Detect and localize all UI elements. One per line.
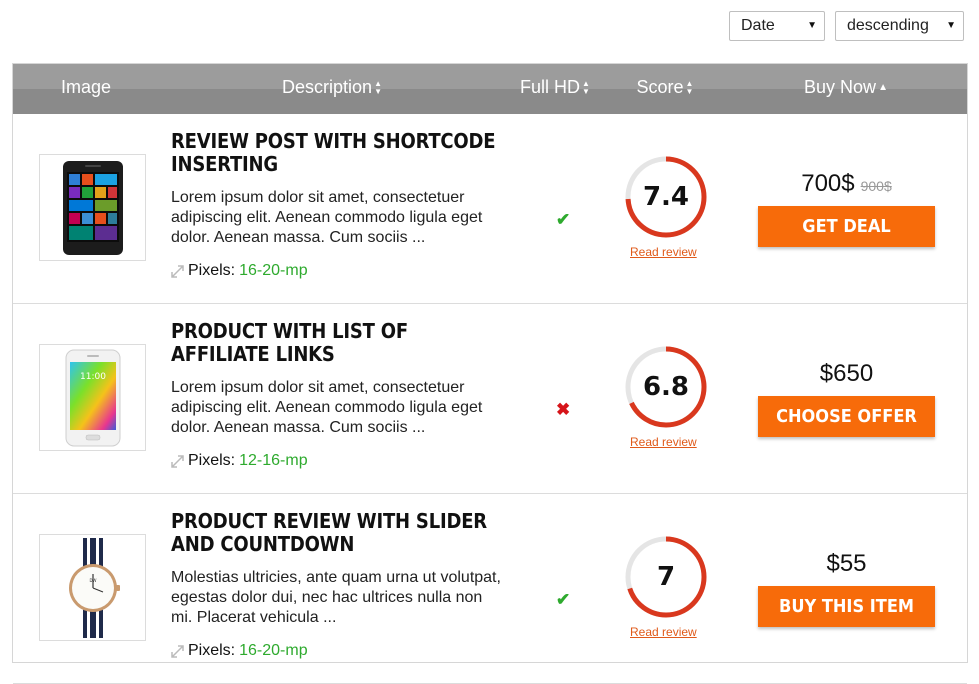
score-ring: 6.8: [624, 345, 708, 429]
pixels-value: 16-20-mp: [239, 262, 308, 279]
pixels-spec: Pixels: 16-20-mp: [171, 261, 308, 281]
svg-text:DW: DW: [89, 578, 96, 583]
read-review-link[interactable]: Read review: [630, 435, 697, 449]
sort-order-select[interactable]: descending ▼: [835, 11, 964, 41]
cross-icon: ✖: [556, 400, 571, 419]
column-header-image: Image: [61, 64, 111, 114]
pixels-spec: Pixels: 12-16-mp: [171, 451, 308, 471]
price: $650: [758, 360, 935, 388]
watch-icon: DW: [68, 537, 120, 638]
choose-offer-button[interactable]: Choose offer: [758, 396, 935, 437]
phone-icon: 11:00: [65, 349, 120, 446]
product-title[interactable]: Product with list of affiliate links: [171, 320, 511, 366]
product-thumbnail[interactable]: DW: [39, 534, 146, 641]
sort-field-value: Date: [741, 17, 775, 34]
product-thumbnail[interactable]: 11:00: [39, 344, 146, 451]
checkmark-icon: ✔: [556, 590, 571, 609]
current-price: $55: [826, 550, 867, 577]
price: 700$ 900$: [758, 170, 935, 198]
product-title[interactable]: Review post with shortcode inserting: [171, 130, 511, 176]
pixels-value: 16-20-mp: [239, 642, 308, 659]
sort-controls: Date ▼ descending ▼: [729, 11, 964, 41]
product-comparison-table: Image Description ▲ ▼ Full HD ▲ ▼ Score ▲ ▼ Bu…: [12, 63, 968, 684]
score-value: 7.4: [642, 182, 690, 212]
product-description: Molestias ultricies, ante quam urna ut v…: [171, 569, 501, 626]
column-label: Score: [636, 77, 684, 97]
old-price: 900$: [860, 178, 892, 194]
svg-text:11:00: 11:00: [80, 372, 106, 382]
column-header-score[interactable]: Score ▲ ▼: [637, 64, 694, 114]
column-label: Full HD: [520, 77, 581, 97]
table-row: DW Product review with slider and countd…: [13, 494, 967, 684]
product-description: Lorem ipsum dolor sit amet, consectetuer…: [171, 189, 483, 246]
phone-icon: [62, 160, 123, 255]
read-review-link[interactable]: Read review: [630, 625, 697, 639]
column-label: Image: [60, 77, 112, 97]
sort-asc-icon: ▲: [878, 82, 888, 94]
table-row: Review post with shortcode inserting Lor…: [13, 114, 967, 304]
chevron-down-icon: ▼: [807, 20, 817, 31]
sort-icon: ▲ ▼: [582, 79, 590, 97]
score-badge: 6.8: [624, 345, 708, 429]
column-header-description[interactable]: Description ▲ ▼: [282, 64, 382, 114]
read-review-link[interactable]: Read review: [630, 245, 697, 259]
score-value: 7: [656, 562, 676, 592]
pixels-label: Pixels:: [188, 452, 236, 469]
sort-field-select[interactable]: Date ▼: [729, 11, 825, 41]
pixels-label: Pixels:: [188, 262, 236, 279]
product-thumbnail[interactable]: [39, 154, 146, 261]
sort-order-value: descending: [847, 17, 929, 34]
buy-this-item-button[interactable]: Buy this item: [758, 586, 935, 627]
pixels-label: Pixels:: [188, 642, 236, 659]
product-description: Lorem ipsum dolor sit amet, consectetuer…: [171, 379, 483, 436]
chevron-down-icon: ▼: [946, 20, 956, 31]
sort-icon: ▲ ▼: [374, 79, 382, 97]
table-header: Image Description ▲ ▼ Full HD ▲ ▼ Score ▲ ▼ Bu…: [13, 64, 967, 114]
column-label: Buy Now: [804, 77, 877, 97]
score-badge: 7.4: [624, 155, 708, 239]
column-label: Description: [282, 77, 373, 97]
column-header-buy-now[interactable]: Buy Now ▲: [804, 64, 888, 114]
score-ring: 7: [624, 535, 708, 619]
expand-arrows-icon: [171, 264, 184, 278]
product-title[interactable]: Product review with slider and countdown: [171, 510, 511, 556]
current-price: 700$: [801, 170, 855, 197]
current-price: $650: [819, 360, 874, 387]
checkmark-icon: ✔: [556, 210, 571, 229]
get-deal-button[interactable]: Get Deal: [758, 206, 935, 247]
sort-icon: ▲ ▼: [685, 79, 694, 97]
expand-arrows-icon: [171, 454, 184, 468]
score-badge: 7: [624, 535, 708, 619]
pixels-spec: Pixels: 16-20-mp: [171, 641, 308, 661]
score-value: 6.8: [642, 372, 690, 402]
table-row: 11:00 Product with list of affiliate lin…: [13, 304, 967, 494]
score-ring: 7.4: [624, 155, 708, 239]
column-header-fullhd[interactable]: Full HD ▲ ▼: [520, 64, 590, 114]
pixels-value: 12-16-mp: [239, 452, 308, 469]
expand-arrows-icon: [171, 644, 184, 658]
price: $55: [758, 550, 935, 578]
